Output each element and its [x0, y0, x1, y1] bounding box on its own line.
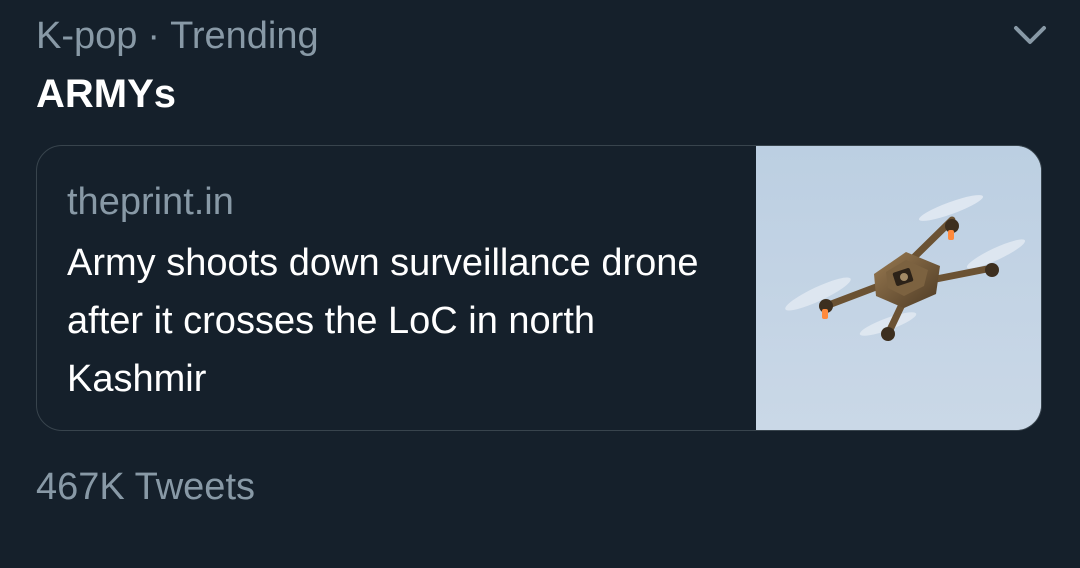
context-separator: ·	[147, 15, 161, 57]
link-thumbnail	[756, 146, 1041, 430]
link-card[interactable]: theprint.in Army shoots down surveillanc…	[36, 145, 1042, 431]
trend-category: K-pop	[36, 15, 138, 57]
chevron-down-icon[interactable]	[1008, 20, 1052, 50]
link-headline: Army shoots down surveillance drone afte…	[67, 242, 699, 400]
link-domain: theprint.in	[67, 181, 234, 223]
trend-context-label: Trending	[170, 15, 319, 57]
trend-context: K-pop · Trending	[36, 14, 319, 58]
tweet-count: 467K Tweets	[36, 466, 256, 508]
trend-title[interactable]: ARMYs	[36, 70, 176, 118]
link-card-text: theprint.in Army shoots down surveillanc…	[67, 176, 717, 408]
trend-item[interactable]: K-pop · Trending ARMYs theprint.in Army sh…	[0, 0, 1080, 568]
